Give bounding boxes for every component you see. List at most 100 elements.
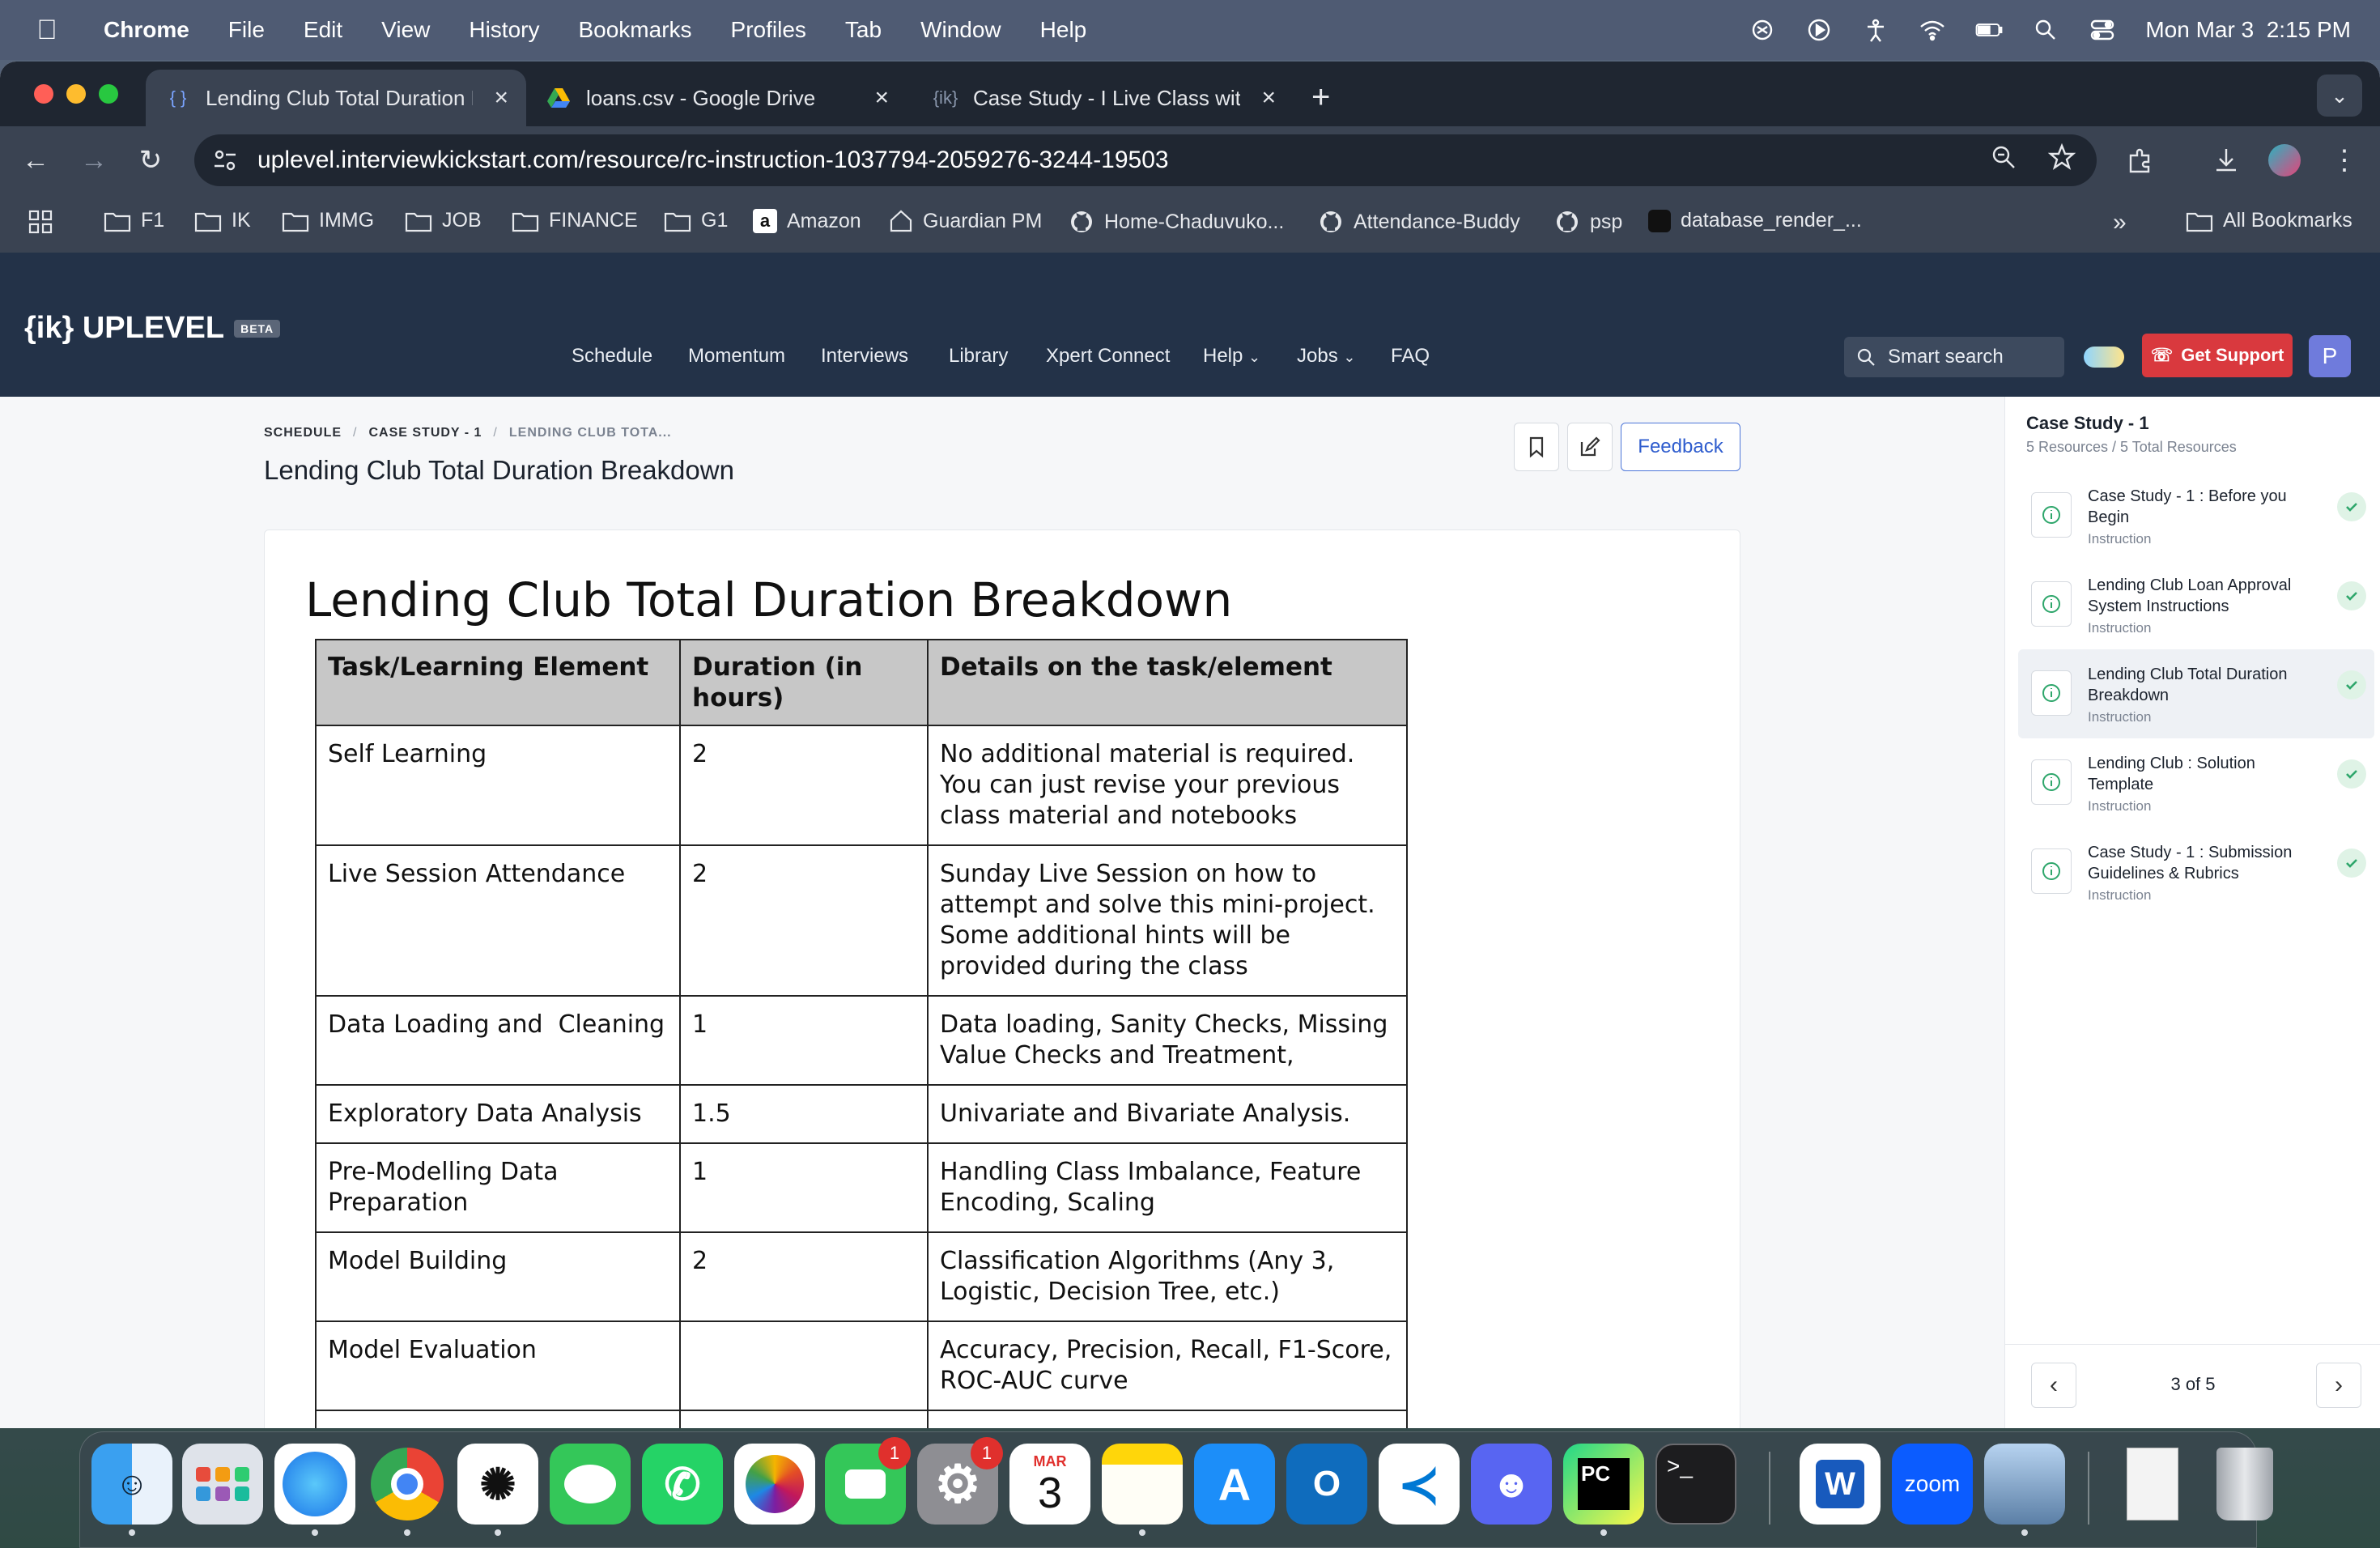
dock-word[interactable]: W [1800, 1444, 1881, 1525]
accessibility-tray-icon[interactable] [1862, 16, 1889, 44]
menu-app-name[interactable]: Chrome [104, 17, 189, 43]
bookmarks-overflow-icon[interactable]: » [2113, 209, 2127, 236]
nav-library[interactable]: Library [949, 345, 1008, 368]
back-button[interactable]: ← [15, 139, 57, 181]
menu-tab[interactable]: Tab [845, 17, 882, 43]
dock-vscode[interactable]: ≺ [1379, 1444, 1460, 1525]
get-support-button[interactable]: ☏ Get Support [2142, 334, 2293, 377]
new-tab-button[interactable]: + [1311, 79, 1330, 116]
close-tab-icon[interactable]: × [1261, 84, 1276, 112]
chrome-menu-icon[interactable]: ⋮ [2325, 141, 2364, 180]
tab-lending-club[interactable]: { } Lending Club Total Duration B × [146, 70, 526, 126]
menu-bookmarks[interactable]: Bookmarks [578, 17, 691, 43]
bookmark-folder-immg[interactable]: IMMG [282, 209, 374, 232]
dock-facetime[interactable]: 1 [825, 1437, 911, 1525]
menu-view[interactable]: View [381, 17, 430, 43]
close-window-button[interactable] [34, 84, 53, 104]
uplevel-logo[interactable]: {ik} UPLEVEL BETA [24, 311, 281, 346]
dock-system-settings[interactable]: ⚙ 1 [917, 1437, 1003, 1525]
menu-file[interactable]: File [228, 17, 265, 43]
extensions-icon[interactable] [2121, 141, 2160, 180]
sidebar-item-total-duration-breakdown[interactable]: Lending Club Total Duration Breakdown In… [2018, 649, 2374, 738]
zoom-window-button[interactable] [99, 84, 118, 104]
zoom-icon[interactable] [1990, 143, 2017, 177]
nav-momentum[interactable]: Momentum [688, 345, 785, 368]
tab-case-study-live-class[interactable]: {ik} Case Study - I Live Class with × [913, 70, 1294, 126]
dock-trash[interactable] [2204, 1444, 2285, 1525]
menu-window[interactable]: Window [920, 17, 1001, 43]
url-text[interactable]: uplevel.interviewkickstart.com/resource/… [257, 147, 1169, 174]
nav-faq[interactable]: FAQ [1391, 345, 1430, 368]
wifi-icon[interactable] [1919, 16, 1946, 44]
dock-calendar[interactable]: MAR 3 [1009, 1444, 1090, 1525]
reload-button[interactable]: ↻ [130, 139, 172, 181]
tab-google-drive[interactable]: loans.csv - Google Drive × [526, 70, 907, 126]
bookmark-folder-job[interactable]: JOB [405, 209, 482, 232]
apple-menu-icon[interactable]:  [32, 15, 62, 46]
close-tab-icon[interactable]: × [494, 84, 508, 112]
dock-chrome[interactable] [367, 1444, 448, 1525]
all-bookmarks-folder[interactable]: All Bookmarks [2186, 209, 2352, 232]
play-tray-icon[interactable] [1805, 16, 1833, 44]
next-resource-button[interactable]: › [2316, 1363, 2361, 1408]
sidebar-item-loan-approval-instructions[interactable]: Lending Club Loan Approval System Instru… [2018, 560, 2374, 649]
bookmark-folder-f1[interactable]: F1 [104, 209, 164, 232]
apps-grid-icon[interactable] [28, 209, 53, 235]
battery-icon[interactable] [1975, 16, 2003, 44]
dock-safari[interactable] [274, 1444, 355, 1525]
sidebar-item-solution-template[interactable]: Lending Club : Solution Template Instruc… [2018, 738, 2374, 827]
nav-help[interactable]: Help ⌄ [1203, 345, 1260, 368]
spotlight-search-icon[interactable] [2032, 16, 2059, 44]
breadcrumb-case-study[interactable]: CASE STUDY - 1 [368, 426, 482, 440]
address-bar[interactable]: uplevel.interviewkickstart.com/resource/… [194, 134, 2097, 186]
dock-terminal[interactable]: >_ [1655, 1444, 1736, 1525]
nav-jobs[interactable]: Jobs ⌄ [1297, 345, 1355, 368]
menu-profiles[interactable]: Profiles [731, 17, 806, 43]
dock-documents[interactable] [2112, 1444, 2193, 1525]
site-info-icon[interactable] [209, 144, 241, 176]
dock-zoom[interactable]: zoom [1892, 1444, 1973, 1525]
close-tab-icon[interactable]: × [874, 84, 889, 112]
bookmark-folder-g1[interactable]: G1 [664, 209, 728, 232]
bookmark-button[interactable] [1514, 423, 1559, 471]
bookmark-star-icon[interactable] [2047, 142, 2076, 177]
bookmark-folder-ik[interactable]: IK [194, 209, 251, 232]
dock-discord[interactable]: ☻ [1471, 1444, 1552, 1525]
bookmark-home-chaduvuko[interactable]: Home-Chaduvuko... [1069, 209, 1284, 235]
dock-preview[interactable] [1984, 1444, 2065, 1525]
nav-xpert-connect[interactable]: Xpert Connect [1046, 345, 1170, 368]
nav-schedule[interactable]: Schedule [572, 345, 652, 368]
edit-notes-button[interactable] [1567, 423, 1613, 471]
tab-search-button[interactable]: ⌄ [2317, 74, 2362, 117]
bookmark-database-render[interactable]: database_render_... [1648, 209, 1862, 232]
dock-photos[interactable] [734, 1444, 815, 1525]
bookmark-guardian-pm[interactable]: Guardian PM [889, 209, 1042, 233]
sidebar-item-submission-guidelines[interactable]: Case Study - 1 : Submission Guidelines &… [2018, 827, 2374, 916]
menu-help[interactable]: Help [1040, 17, 1087, 43]
breadcrumb-schedule[interactable]: SCHEDULE [264, 426, 342, 440]
dock-finder[interactable]: ☺ [91, 1444, 172, 1525]
nav-interviews[interactable]: Interviews [821, 345, 908, 368]
profile-avatar[interactable] [2265, 141, 2304, 180]
bookmark-folder-finance[interactable]: FINANCE [512, 209, 638, 232]
smart-search-input[interactable]: Smart search [1844, 337, 2064, 377]
minimize-window-button[interactable] [66, 84, 86, 104]
downloads-icon[interactable] [2207, 141, 2246, 180]
dock-messages[interactable] [550, 1444, 631, 1525]
dock-pycharm[interactable]: PC [1563, 1444, 1644, 1525]
sidebar-item-before-you-begin[interactable]: Case Study - 1 : Before you Begin Instru… [2018, 471, 2374, 560]
dock-notes[interactable] [1102, 1444, 1183, 1525]
menu-edit[interactable]: Edit [304, 17, 342, 43]
dock-whatsapp[interactable]: ✆ [642, 1444, 723, 1525]
dock-outlook[interactable]: O [1286, 1444, 1367, 1525]
theme-toggle[interactable] [2084, 347, 2124, 368]
user-avatar[interactable]: P [2309, 335, 2351, 377]
bookmark-attendance-buddy[interactable]: Attendance-Buddy [1318, 209, 1520, 235]
dock-chatgpt[interactable]: ✺ [457, 1444, 538, 1525]
bookmark-psp[interactable]: psp [1554, 209, 1622, 235]
previous-resource-button[interactable]: ‹ [2031, 1363, 2076, 1408]
chatgpt-tray-icon[interactable] [1749, 16, 1776, 44]
dock-app-store[interactable]: A [1194, 1444, 1275, 1525]
forward-button[interactable]: → [73, 139, 115, 181]
control-center-icon[interactable] [2089, 16, 2116, 44]
